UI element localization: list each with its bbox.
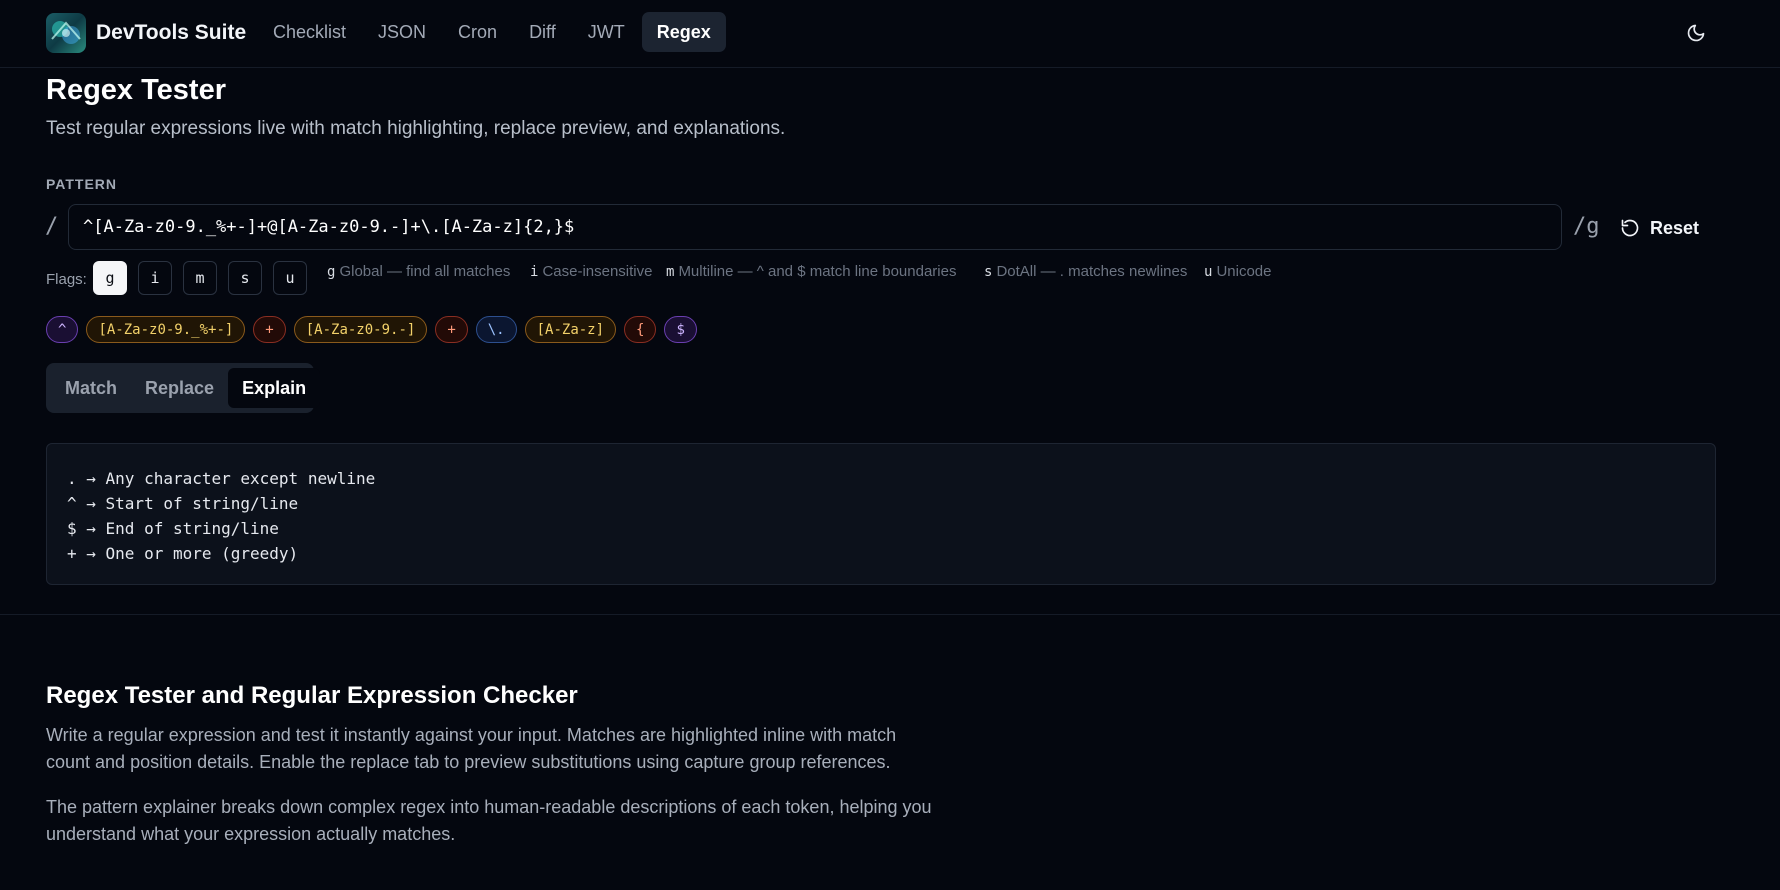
- brand-name[interactable]: DevTools Suite: [96, 21, 246, 45]
- moon-icon: [1687, 24, 1705, 42]
- flag-desc-i: i Case-insensitive: [530, 263, 653, 280]
- explain-line: + → One or more (greedy): [67, 544, 299, 563]
- token-chip: $: [664, 316, 697, 343]
- token-chips: ^ [A-Za-z0-9._%+-] + [A-Za-z0-9.-] + \. …: [46, 316, 697, 343]
- flag-desc-u: u Unicode: [1204, 263, 1272, 280]
- token-chip: \.: [475, 316, 517, 343]
- nav-link-checklist[interactable]: Checklist: [258, 12, 361, 52]
- nav-link-jwt[interactable]: JWT: [573, 12, 640, 52]
- token-chip: [A-Za-z]: [524, 316, 617, 343]
- explain-line: $ → End of string/line: [67, 519, 279, 538]
- flag-desc-s: s DotAll — . matches newlines: [984, 263, 1188, 280]
- flag-u-button[interactable]: u: [273, 261, 307, 295]
- app-logo-icon[interactable]: [46, 13, 86, 53]
- flags-label: Flags:: [46, 271, 87, 288]
- mode-tabs: Match Replace Explain: [46, 363, 321, 413]
- nav-link-cron[interactable]: Cron: [443, 12, 512, 52]
- seo-paragraph-1: Write a regular expression and test it i…: [46, 725, 897, 772]
- nav-link-json[interactable]: JSON: [363, 12, 441, 52]
- tab-explain[interactable]: Explain: [228, 368, 321, 408]
- pattern-input[interactable]: [68, 204, 1562, 250]
- pattern-label: PATTERN: [46, 176, 118, 192]
- token-chip: ^: [46, 316, 79, 343]
- pattern-open-slash: /: [45, 214, 59, 239]
- token-chip: +: [253, 316, 286, 343]
- reset-icon: [1621, 219, 1639, 237]
- flag-desc-m: m Multiline — ^ and $ match line boundari…: [666, 263, 957, 280]
- nav-link-regex[interactable]: Regex: [641, 12, 726, 52]
- theme-toggle-button[interactable]: [1682, 19, 1710, 47]
- seo-title: Regex Tester and Regular Expression Chec…: [46, 682, 578, 709]
- reset-label: Reset: [1650, 217, 1700, 238]
- top-navbar: DevTools Suite Checklist JSON Cron Diff …: [0, 0, 1780, 68]
- token-chip: +: [435, 316, 468, 343]
- page-title: Regex Tester: [46, 74, 226, 106]
- flag-desc-g: g Global — find all matches: [327, 263, 511, 280]
- token-chip: {: [624, 316, 657, 343]
- flag-i-button[interactable]: i: [138, 261, 172, 295]
- page-subtitle: Test regular expressions live with match…: [46, 118, 786, 139]
- seo-paragraph-2: The pattern explainer breaks down comple…: [46, 797, 932, 844]
- explain-line: ^ → Start of string/line: [67, 494, 299, 513]
- tab-match[interactable]: Match: [51, 368, 131, 408]
- pattern-flags-suffix: /g: [1573, 214, 1600, 239]
- flag-g-button[interactable]: g: [93, 261, 127, 295]
- token-chip: [A-Za-z0-9._%+-]: [86, 316, 246, 343]
- flag-s-button[interactable]: s: [228, 261, 262, 295]
- nav-link-diff[interactable]: Diff: [514, 12, 571, 52]
- reset-button[interactable]: Reset: [1620, 214, 1699, 242]
- flag-m-button[interactable]: m: [183, 261, 217, 295]
- section-divider: [0, 614, 1780, 615]
- tab-replace[interactable]: Replace: [131, 368, 228, 408]
- token-chip: [A-Za-z0-9.-]: [293, 316, 428, 343]
- explain-panel: . → Any character except newline ^ → Sta…: [46, 443, 1716, 585]
- nav-links: Checklist JSON Cron Diff JWT Regex: [258, 12, 728, 52]
- explain-line: . → Any character except newline: [67, 469, 376, 488]
